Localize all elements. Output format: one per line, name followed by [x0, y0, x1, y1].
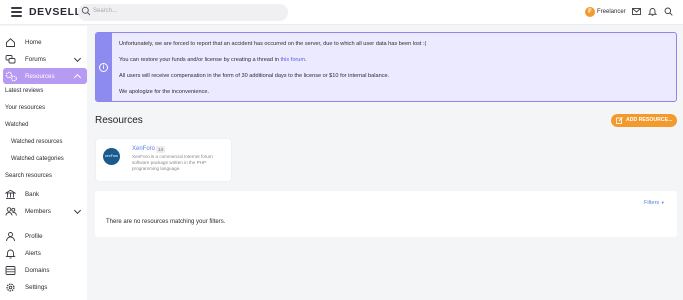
search-placeholder: Search... — [93, 8, 118, 14]
notice-banner: i Unfortunately, we are forced to report… — [95, 32, 677, 102]
category-description: XenForo is a commercial Internet forum s… — [132, 154, 213, 171]
add-resource-button[interactable]: ADD RESOURCE... — [611, 114, 677, 127]
sidebar-link-watched-categories[interactable]: Watched categories — [11, 156, 64, 162]
sidebar-item-members[interactable]: Members — [0, 203, 87, 219]
sidebar-link-watched-resources[interactable]: Watched resources — [11, 139, 62, 145]
chevron-up-icon[interactable] — [73, 73, 82, 82]
sidebar-item-settings[interactable]: Settings — [0, 279, 87, 295]
sidebar-item-label: Profile — [25, 233, 43, 240]
chevron-down-icon[interactable] — [73, 54, 82, 63]
mail-icon[interactable] — [632, 7, 641, 16]
top-bar: DEVSELL Search... F Freelancer — [0, 0, 683, 25]
notice-line: You can restore your funds and/or licens… — [119, 57, 307, 63]
info-icon: i — [99, 63, 108, 72]
sidebar-item-label: Domains — [25, 267, 50, 274]
forum-link[interactable]: this forum — [281, 57, 306, 63]
resource-list-panel: Filters ▼ There are no resources matchin… — [95, 191, 677, 237]
gears-icon — [5, 71, 17, 82]
notice-line: We apologize for the inconvenience. — [119, 89, 210, 95]
chevron-down-icon[interactable] — [73, 206, 82, 215]
bell-icon — [5, 249, 16, 259]
sidebar-link-your-resources[interactable]: Your resources — [5, 105, 45, 111]
home-icon — [6, 38, 15, 47]
user-name: Freelancer — [597, 9, 626, 15]
empty-message: There are no resources matching your fil… — [106, 219, 226, 225]
sidebar-item-profile[interactable]: Profile — [0, 228, 87, 244]
filters-dropdown[interactable]: Filters ▼ — [644, 200, 665, 206]
search-icon[interactable] — [664, 7, 673, 16]
gear-icon — [6, 283, 15, 292]
category-title[interactable]: XenForo — [132, 146, 155, 152]
notice-strip: i — [96, 33, 112, 101]
sidebar-link-latest-reviews[interactable]: Latest reviews — [5, 88, 43, 94]
bell-icon[interactable] — [648, 7, 657, 16]
list-icon — [5, 266, 16, 275]
sidebar-item-label: Alerts — [25, 250, 41, 257]
count-badge: 14 — [156, 146, 166, 153]
notice-text: . — [305, 57, 307, 63]
hamburger-menu-icon[interactable] — [11, 7, 22, 17]
avatar: F — [585, 7, 595, 17]
users-icon — [5, 207, 17, 216]
notice-text: You can restore your funds and/or licens… — [119, 57, 281, 63]
sidebar: Home Forums Resources Latest reviews You… — [0, 26, 87, 300]
sidebar-item-domains[interactable]: Domains — [0, 262, 87, 278]
sidebar-item-label: Bank — [25, 191, 40, 198]
filters-label: Filters — [644, 200, 660, 206]
sidebar-item-bank[interactable]: Bank — [0, 186, 87, 202]
page-title: Resources — [95, 115, 143, 126]
sidebar-item-label: Home — [25, 39, 42, 46]
sidebar-item-label: Members — [25, 208, 51, 215]
search-input[interactable]: Search... — [78, 4, 288, 21]
sidebar-item-label: Forums — [25, 56, 46, 63]
sidebar-item-forums[interactable]: Forums — [0, 51, 87, 67]
user-icon — [6, 232, 15, 242]
notice-line: Unfortunately, we are forced to report t… — [119, 41, 427, 47]
category-logo: xenForo — [103, 148, 120, 165]
sidebar-link-search-resources[interactable]: Search resources — [5, 173, 52, 179]
caret-down-icon: ▼ — [660, 200, 665, 205]
category-card[interactable]: xenForo XenForo 14 XenForo is a commerci… — [96, 139, 231, 181]
chat-bubbles-icon — [5, 55, 16, 64]
sidebar-link-watched[interactable]: Watched — [5, 122, 28, 128]
sidebar-item-label: Settings — [25, 284, 48, 291]
sidebar-item-label: Resources — [25, 73, 55, 80]
bank-icon — [5, 189, 16, 199]
add-resource-label: ADD RESOURCE... — [626, 117, 673, 123]
edit-icon — [616, 117, 623, 124]
sidebar-item-resources[interactable]: Resources — [3, 68, 87, 84]
notice-line: All users will receive compensation in t… — [119, 73, 390, 79]
sidebar-item-home[interactable]: Home — [0, 34, 87, 50]
site-logo[interactable]: DEVSELL — [29, 6, 82, 18]
sidebar-item-alerts[interactable]: Alerts — [0, 245, 87, 261]
search-icon — [81, 6, 91, 16]
